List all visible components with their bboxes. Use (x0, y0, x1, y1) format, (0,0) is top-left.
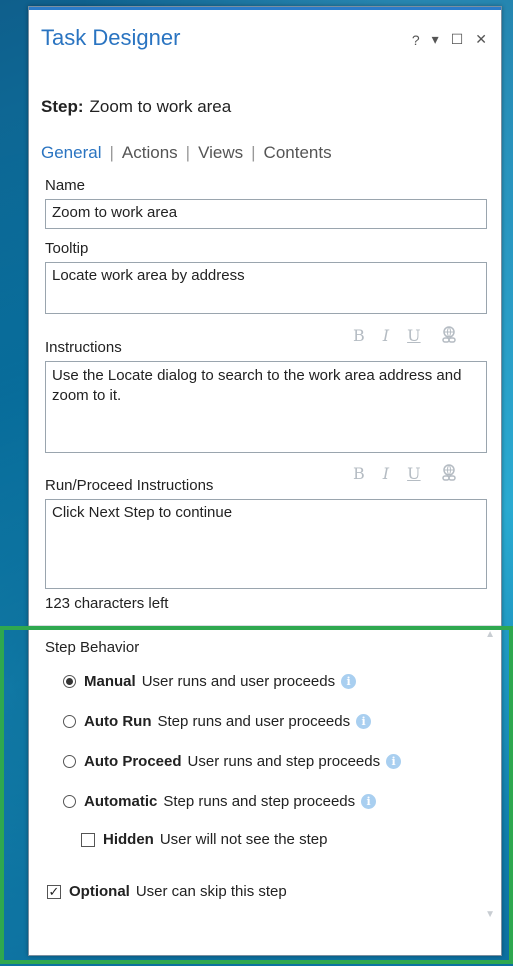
option-description: Step runs and step proceeds (163, 793, 356, 810)
info-icon[interactable]: i (341, 674, 357, 689)
name-field[interactable]: Zoom to work area (45, 199, 487, 229)
option-description: User will not see the step (159, 831, 328, 848)
bold-button[interactable]: B (353, 464, 365, 483)
help-icon[interactable]: ? (412, 32, 420, 48)
tooltip-label: Tooltip (45, 240, 89, 257)
tab-separator: | (251, 143, 256, 162)
instructions-label: Instructions (45, 339, 122, 356)
instructions-format-bar: B I U (353, 325, 459, 345)
italic-button[interactable]: I (383, 464, 389, 483)
tab-separator: | (109, 143, 114, 162)
tab-separator: | (185, 143, 191, 162)
pane-accent-bar (29, 7, 501, 10)
hidden-checkbox[interactable] (81, 832, 95, 847)
optional-option[interactable]: ✓ Optional User can skip this step (47, 883, 287, 900)
option-name: Hidden (103, 831, 154, 848)
scroll-down-arrow-icon[interactable]: ▼ (485, 909, 495, 920)
option-description: User can skip this step (135, 883, 287, 900)
info-icon[interactable]: i (356, 714, 372, 729)
name-label: Name (45, 177, 86, 194)
close-icon[interactable]: ✕ (475, 31, 487, 48)
option-description: Step runs and user proceeds (157, 713, 351, 730)
option-name: Auto Run (84, 713, 152, 730)
radio-button[interactable] (63, 675, 76, 688)
link-icon[interactable] (439, 325, 459, 345)
italic-button[interactable]: I (383, 326, 389, 345)
tab-contents[interactable]: Contents (264, 143, 332, 163)
radio-button[interactable] (63, 715, 76, 728)
run-proceed-field[interactable]: Click Next Step to continue (45, 499, 487, 589)
link-icon[interactable] (439, 463, 459, 483)
info-icon[interactable]: i (361, 794, 377, 809)
characters-left-counter: 123 characters left (45, 595, 169, 612)
behavior-option-auto-run[interactable]: Auto Run Step runs and user proceeds i (63, 713, 372, 730)
instructions-field[interactable]: Use the Locate dialog to search to the w… (45, 361, 487, 453)
step-value: Zoom to work area (89, 97, 232, 116)
pane-title: Task Designer (41, 25, 181, 50)
tab-general[interactable]: General (41, 143, 101, 163)
info-icon[interactable]: i (386, 754, 402, 769)
tab-actions[interactable]: Actions (122, 143, 178, 163)
tooltip-field[interactable]: Locate work area by address (45, 262, 487, 314)
underline-button[interactable]: U (407, 464, 420, 483)
option-description: User runs and user proceeds (141, 673, 336, 690)
task-designer-pane: Task Designer ? ▾ ☐ ✕ Step: Zoom to work … (28, 6, 502, 956)
radio-button[interactable] (63, 795, 76, 808)
option-name: Optional (69, 883, 130, 900)
optional-checkbox[interactable]: ✓ (47, 884, 61, 899)
behavior-option-manual[interactable]: Manual User runs and user proceeds i (63, 673, 357, 690)
option-name: Automatic (84, 793, 158, 810)
option-name: Manual (84, 673, 136, 690)
underline-button[interactable]: U (407, 326, 420, 345)
tab-bar: General | Actions | Views | Contents (41, 143, 332, 163)
run-proceed-label: Run/Proceed Instructions (45, 477, 214, 494)
bold-button[interactable]: B (353, 326, 365, 345)
title-controls: ? ▾ ☐ ✕ (412, 31, 487, 48)
run-proceed-format-bar: B I U (353, 463, 459, 483)
behavior-option-automatic[interactable]: Automatic Step runs and step proceeds i (63, 793, 377, 810)
section-divider (29, 625, 501, 626)
step-behavior-heading: Step Behavior (45, 639, 140, 656)
option-description: User runs and step proceeds (187, 753, 381, 770)
radio-button[interactable] (63, 755, 76, 768)
step-label: Step: (41, 97, 84, 116)
hidden-option[interactable]: Hidden User will not see the step (81, 831, 327, 848)
scroll-up-arrow-icon[interactable]: ▲ (485, 629, 495, 640)
option-name: Auto Proceed (84, 753, 182, 770)
step-heading: Step: Zoom to work area (41, 97, 231, 117)
maximize-icon[interactable]: ☐ (451, 31, 464, 48)
chevron-down-icon[interactable]: ▾ (432, 31, 439, 48)
tab-views[interactable]: Views (198, 143, 243, 163)
behavior-option-auto-proceed[interactable]: Auto Proceed User runs and step proceeds… (63, 753, 402, 770)
